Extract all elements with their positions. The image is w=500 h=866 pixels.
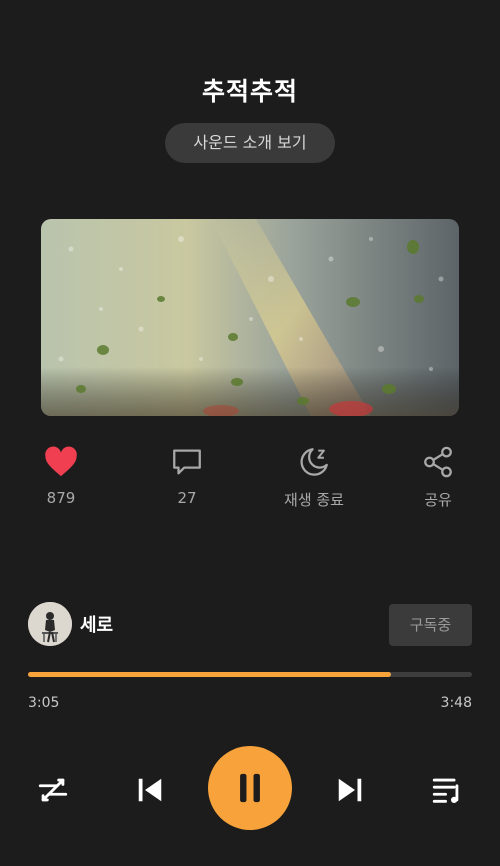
playlist-button[interactable] <box>427 770 467 810</box>
moon-sleep-icon <box>254 443 374 481</box>
like-action[interactable]: 879 <box>1 443 121 507</box>
heart-icon <box>1 443 121 481</box>
creator-name[interactable]: 세로 <box>80 611 113 637</box>
creator-info[interactable]: 세로 <box>28 602 113 646</box>
previous-button[interactable] <box>130 770 170 810</box>
next-button[interactable] <box>330 770 370 810</box>
share-icon <box>378 443 498 481</box>
previous-icon <box>138 778 162 802</box>
sleep-timer-action[interactable]: 재생 종료 <box>254 443 374 510</box>
progress-bar[interactable] <box>28 672 472 677</box>
avatar[interactable] <box>28 602 72 646</box>
repeat-icon <box>38 778 68 802</box>
share-label: 공유 <box>424 491 452 509</box>
action-bar: 879 27 재생 종료 공유 <box>0 443 500 513</box>
share-action[interactable]: 공유 <box>378 443 498 510</box>
subscribe-button[interactable]: 구독중 <box>389 604 472 646</box>
sound-title: 추적추적 <box>201 77 298 106</box>
pause-button[interactable] <box>208 746 292 830</box>
comment-icon <box>127 443 247 481</box>
playback-controls <box>0 746 500 832</box>
sleep-timer-label: 재생 종료 <box>284 491 344 509</box>
playlist-icon <box>432 778 459 804</box>
current-time: 3:05 <box>28 695 60 711</box>
pause-icon <box>240 773 260 803</box>
repeat-button[interactable] <box>33 770 73 810</box>
like-count: 879 <box>46 489 76 507</box>
next-icon <box>338 778 362 802</box>
comment-count: 27 <box>177 489 197 507</box>
total-time: 3:48 <box>440 695 472 711</box>
sound-intro-button[interactable]: 사운드 소개 보기 <box>165 123 335 163</box>
comment-action[interactable]: 27 <box>127 443 247 507</box>
progress-fill <box>28 672 392 677</box>
artwork-image <box>41 219 459 416</box>
